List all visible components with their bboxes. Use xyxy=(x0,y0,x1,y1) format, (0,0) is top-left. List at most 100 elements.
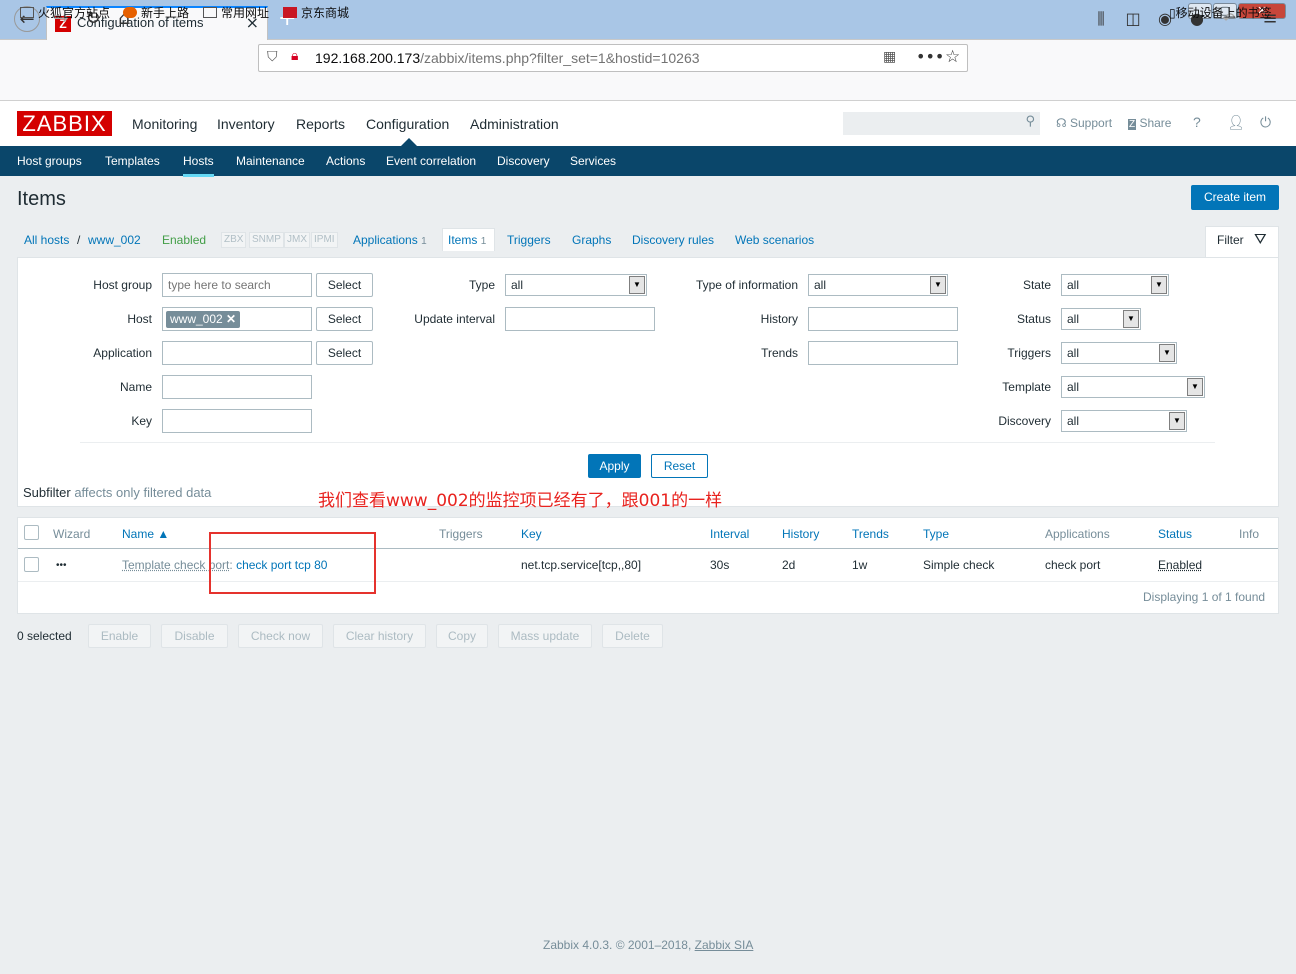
delete-button[interactable]: Delete xyxy=(602,624,663,648)
host-group-input[interactable] xyxy=(162,273,312,297)
bookmark-item[interactable]: 常用网址 xyxy=(203,4,269,21)
breadcrumb-web-scenarios[interactable]: Web scenarios xyxy=(735,233,814,247)
submenu-maintenance[interactable]: Maintenance xyxy=(236,154,305,168)
column-key[interactable]: Key xyxy=(521,527,542,541)
menu-reports[interactable]: Reports xyxy=(296,116,345,132)
filter-tab-label: Filter xyxy=(1217,233,1244,247)
triggers-select[interactable]: all ▼ xyxy=(1061,342,1177,364)
check-now-button[interactable]: Check now xyxy=(238,624,323,648)
dropdown-arrow-icon: ▼ xyxy=(1187,378,1203,396)
item-type: Simple check xyxy=(923,558,995,572)
shield-icon[interactable]: ⛉ xyxy=(267,49,278,65)
zabbix-sia-link[interactable]: Zabbix SIA xyxy=(695,938,754,952)
host-input[interactable]: www_002 ✕ xyxy=(162,307,312,331)
application-select-button[interactable]: Select xyxy=(316,341,373,365)
submenu-discovery[interactable]: Discovery xyxy=(497,154,550,168)
wizard-icon[interactable]: ••• xyxy=(56,560,67,571)
filter-divider xyxy=(80,442,1215,443)
name-input[interactable] xyxy=(162,375,312,399)
application-input[interactable] xyxy=(162,341,312,365)
menu-configuration[interactable]: Configuration xyxy=(366,116,449,132)
breadcrumb-host[interactable]: www_002 xyxy=(88,233,141,247)
application-label: Application xyxy=(93,346,152,360)
submenu-actions[interactable]: Actions xyxy=(326,154,365,168)
annotation-text: 我们查看www_002的监控项已经有了，跟001的一样 xyxy=(318,491,723,511)
dropdown-arrow-icon: ▼ xyxy=(1123,310,1139,328)
clear-history-button[interactable]: Clear history xyxy=(333,624,426,648)
remove-chip-icon[interactable]: ✕ xyxy=(226,312,236,326)
submenu-services[interactable]: Services xyxy=(570,154,616,168)
host-chip: www_002 ✕ xyxy=(166,311,241,328)
dropdown-arrow-icon: ▼ xyxy=(1169,412,1185,430)
qr-code-icon[interactable]: ▦ xyxy=(883,49,896,65)
bookmark-item[interactable]: 新手上路 xyxy=(123,4,189,21)
bookmarks-bar xyxy=(0,76,1296,101)
breadcrumb-items[interactable]: Items 1 xyxy=(448,233,486,247)
discovery-label: Discovery xyxy=(998,414,1051,428)
select-all-checkbox[interactable] xyxy=(24,525,39,540)
history-input[interactable] xyxy=(808,307,958,331)
column-name[interactable]: Name ▲ xyxy=(122,527,169,541)
bookmark-star-icon[interactable]: ☆ xyxy=(945,47,960,67)
column-applications: Applications xyxy=(1045,527,1110,541)
page-actions-icon[interactable]: ••• xyxy=(916,47,944,66)
state-select[interactable]: all ▼ xyxy=(1061,274,1169,296)
template-select[interactable]: all ▼ xyxy=(1061,376,1205,398)
type-select[interactable]: all ▼ xyxy=(505,274,647,296)
create-item-button[interactable]: Create item xyxy=(1191,185,1279,210)
sign-out-icon[interactable]: ⏻ xyxy=(1260,114,1271,131)
column-trends[interactable]: Trends xyxy=(852,527,889,541)
bookmark-item[interactable]: 京东商城 xyxy=(283,4,349,21)
host-group-select-button[interactable]: Select xyxy=(316,273,373,297)
type-of-information-select[interactable]: all ▼ xyxy=(808,274,948,296)
status-select[interactable]: all ▼ xyxy=(1061,308,1141,330)
menu-inventory[interactable]: Inventory xyxy=(217,116,275,132)
breadcrumb-graphs[interactable]: Graphs xyxy=(572,233,611,247)
item-status[interactable]: Enabled xyxy=(1158,558,1202,572)
breadcrumb-triggers[interactable]: Triggers xyxy=(507,233,551,247)
global-search-input[interactable]: ⚲ xyxy=(843,112,1040,135)
folder-icon xyxy=(20,7,34,18)
library-icon[interactable]: ⫼ xyxy=(1088,6,1114,32)
insecure-lock-icon[interactable]: 🔒︎ xyxy=(291,48,298,64)
menu-monitoring[interactable]: Monitoring xyxy=(132,116,197,132)
column-type[interactable]: Type xyxy=(923,527,949,541)
mass-update-button[interactable]: Mass update xyxy=(498,624,592,648)
breadcrumb-applications[interactable]: Applications 1 xyxy=(353,233,427,247)
item-interval: 30s xyxy=(710,558,730,572)
support-link[interactable]: ☊ Support xyxy=(1056,116,1112,130)
row-checkbox[interactable] xyxy=(24,557,39,572)
reset-button[interactable]: Reset xyxy=(651,454,708,478)
search-icon[interactable]: ⚲ xyxy=(1025,114,1035,129)
user-profile-icon[interactable]: 👤︎ xyxy=(1227,114,1245,131)
disable-button[interactable]: Disable xyxy=(161,624,228,648)
column-history[interactable]: History xyxy=(782,527,819,541)
zabbix-logo[interactable]: ZABBIX xyxy=(17,111,112,136)
share-link[interactable]: Z Share xyxy=(1128,116,1171,130)
update-interval-input[interactable] xyxy=(505,307,655,331)
url-bar[interactable]: ⛉ 🔒︎ 192.168.200.173/zabbix/items.php?fi… xyxy=(258,44,968,72)
mobile-bookmarks[interactable]: ▯移动设备上的书签 xyxy=(1169,4,1272,21)
host-select-button[interactable]: Select xyxy=(316,307,373,331)
apply-button[interactable]: Apply xyxy=(588,454,641,478)
trends-input[interactable] xyxy=(808,341,958,365)
copy-button[interactable]: Copy xyxy=(436,624,488,648)
enable-button[interactable]: Enable xyxy=(88,624,151,648)
menu-administration[interactable]: Administration xyxy=(470,116,559,132)
type-label: Type xyxy=(468,278,495,292)
column-interval[interactable]: Interval xyxy=(710,527,749,541)
filter-tab[interactable]: Filter ⛛ xyxy=(1205,226,1279,258)
help-icon[interactable]: ? xyxy=(1193,114,1201,130)
breadcrumb-all-hosts[interactable]: All hosts xyxy=(24,233,69,247)
sidebar-icon[interactable]: ◫ xyxy=(1120,6,1146,32)
submenu-host-groups[interactable]: Host groups xyxy=(17,154,82,168)
submenu-templates[interactable]: Templates xyxy=(105,154,160,168)
host-status-enabled[interactable]: Enabled xyxy=(162,233,206,247)
bookmark-item[interactable]: 火狐官方站点 xyxy=(20,4,110,21)
submenu-event-correlation[interactable]: Event correlation xyxy=(386,154,476,168)
column-status[interactable]: Status xyxy=(1158,527,1192,541)
breadcrumb-discovery-rules[interactable]: Discovery rules xyxy=(632,233,714,247)
key-input[interactable] xyxy=(162,409,312,433)
discovery-select[interactable]: all ▼ xyxy=(1061,410,1187,432)
submenu-hosts[interactable]: Hosts xyxy=(183,154,214,177)
